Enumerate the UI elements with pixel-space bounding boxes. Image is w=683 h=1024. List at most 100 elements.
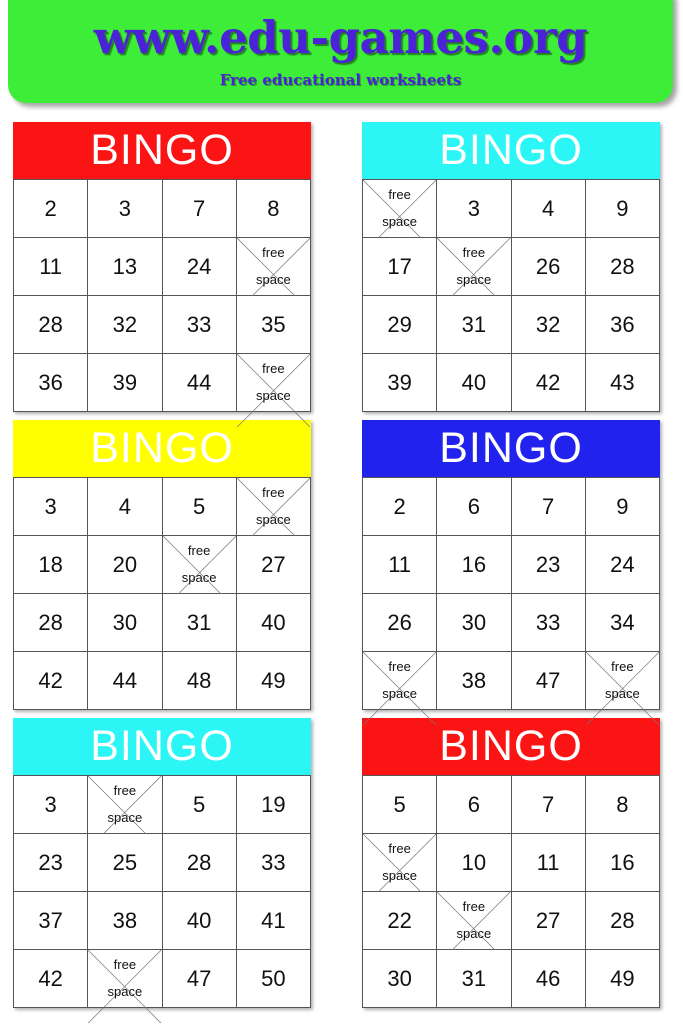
bingo-number-cell[interactable]: 35 [236,296,311,354]
bingo-number-cell[interactable]: 40 [162,892,237,950]
bingo-number-cell[interactable]: 5 [363,776,438,834]
bingo-number-cell[interactable]: 9 [585,180,660,238]
bingo-number-cell[interactable]: 44 [162,354,237,412]
bingo-number-cell[interactable]: 20 [88,536,163,594]
bingo-number-cell[interactable]: 4 [511,180,586,238]
bingo-number-cell[interactable]: 13 [88,238,163,296]
bingo-number-cell[interactable]: 33 [162,296,237,354]
bingo-number-cell[interactable]: 40 [437,354,512,412]
bingo-number-cell[interactable]: 7 [511,776,586,834]
bingo-number-cell[interactable]: 24 [162,238,237,296]
bingo-number-cell[interactable]: 3 [437,180,512,238]
bingo-number: 33 [535,609,561,635]
bingo-number-cell[interactable]: 6 [437,776,512,834]
bingo-number-cell[interactable]: 31 [162,594,237,652]
bingo-free-space-cell[interactable]: free space [236,354,311,428]
bingo-number-cell[interactable]: 23 [14,834,89,892]
bingo-number-cell[interactable]: 48 [162,652,237,710]
bingo-free-space-cell[interactable]: free space [236,238,311,312]
bingo-number-cell[interactable]: 26 [511,238,586,296]
bingo-number-cell[interactable]: 37 [14,892,89,950]
bingo-free-space-cell[interactable]: free space [162,536,237,610]
bingo-number-cell[interactable]: 41 [236,892,311,950]
bingo-number-cell[interactable]: 23 [511,536,586,594]
bingo-number-cell[interactable]: 22 [363,892,438,950]
bingo-number-cell[interactable]: 43 [585,354,660,412]
bingo-number-cell[interactable]: 31 [437,950,512,1008]
bingo-number-cell[interactable]: 5 [162,776,237,834]
bingo-free-space-cell[interactable]: free space [88,776,163,850]
bingo-number-cell[interactable]: 16 [585,834,660,892]
bingo-number-cell[interactable]: 6 [437,478,512,536]
bingo-number-cell[interactable]: 28 [585,238,660,296]
bingo-number-cell[interactable]: 40 [236,594,311,652]
bingo-free-space-cell[interactable]: free space [437,238,512,312]
bingo-number-cell[interactable]: 9 [585,478,660,536]
bingo-number-cell[interactable]: 3 [88,180,163,238]
bingo-number-cell[interactable]: 5 [162,478,237,536]
bingo-number-cell[interactable]: 38 [437,652,512,710]
bingo-number-cell[interactable]: 4 [88,478,163,536]
bingo-number-cell[interactable]: 47 [162,950,237,1008]
bingo-number-cell[interactable]: 28 [14,296,89,354]
bingo-number-cell[interactable]: 30 [363,950,438,1008]
bingo-free-space-cell[interactable]: free space [363,652,438,726]
bingo-number-cell[interactable]: 49 [236,652,311,710]
bingo-number-cell[interactable]: 47 [511,652,586,710]
bingo-number: 31 [461,311,487,337]
free-space-line2: space [382,868,417,883]
bingo-number-cell[interactable]: 34 [585,594,660,652]
bingo-number-cell[interactable]: 46 [511,950,586,1008]
bingo-free-space-cell[interactable]: free space [363,180,438,254]
bingo-free-space-cell[interactable]: free space [236,478,311,552]
bingo-number-cell[interactable]: 31 [437,296,512,354]
bingo-number-cell[interactable]: 32 [511,296,586,354]
bingo-free-space-cell[interactable]: free space [585,652,660,726]
bingo-number-cell[interactable]: 8 [236,180,311,238]
bingo-number-cell[interactable]: 11 [511,834,586,892]
bingo-number-cell[interactable]: 18 [14,536,89,594]
bingo-number-cell[interactable]: 3 [14,776,89,834]
bingo-number-cell[interactable]: 42 [14,950,89,1008]
bingo-number-cell[interactable]: 11 [363,536,438,594]
bingo-number-cell[interactable]: 10 [437,834,512,892]
bingo-number-cell[interactable]: 30 [88,594,163,652]
bingo-free-space-cell[interactable]: free space [363,834,438,908]
bingo-number-cell[interactable]: 28 [162,834,237,892]
bingo-number-cell[interactable]: 28 [14,594,89,652]
bingo-number-cell[interactable]: 33 [236,834,311,892]
bingo-free-space-cell[interactable]: free space [437,892,512,966]
bingo-number-cell[interactable]: 2 [14,180,89,238]
bingo-number-cell[interactable]: 24 [585,536,660,594]
bingo-number-cell[interactable]: 7 [162,180,237,238]
bingo-number-cell[interactable]: 33 [511,594,586,652]
bingo-number-cell[interactable]: 2 [363,478,438,536]
bingo-number-cell[interactable]: 3 [14,478,89,536]
bingo-number-cell[interactable]: 7 [511,478,586,536]
bingo-number-cell[interactable]: 42 [511,354,586,412]
bingo-number-cell[interactable]: 44 [88,652,163,710]
bingo-number-cell[interactable]: 29 [363,296,438,354]
bingo-number-cell[interactable]: 16 [437,536,512,594]
bingo-number-cell[interactable]: 27 [511,892,586,950]
bingo-number-cell[interactable]: 39 [88,354,163,412]
bingo-number-cell[interactable]: 39 [363,354,438,412]
bingo-number-cell[interactable]: 8 [585,776,660,834]
bingo-number-cell[interactable]: 38 [88,892,163,950]
bingo-free-space-cell[interactable]: free space [88,950,163,1024]
bingo-number-cell[interactable]: 25 [88,834,163,892]
bingo-number-cell[interactable]: 30 [437,594,512,652]
bingo-number-cell[interactable]: 36 [585,296,660,354]
bingo-number-cell[interactable]: 28 [585,892,660,950]
bingo-number-cell[interactable]: 36 [14,354,89,412]
bingo-number-cell[interactable]: 49 [585,950,660,1008]
bingo-number-cell[interactable]: 26 [363,594,438,652]
bingo-number-cell[interactable]: 27 [236,536,311,594]
bingo-number-cell[interactable]: 17 [363,238,438,296]
bingo-number-cell[interactable]: 50 [236,950,311,1008]
bingo-number-cell[interactable]: 11 [14,238,89,296]
bingo-number-cell[interactable]: 32 [88,296,163,354]
bingo-number-cell[interactable]: 19 [236,776,311,834]
bingo-card: BINGO 3 free space 5 19 23 25 28 33 37 38 40 41 42 free… [13,718,311,1024]
bingo-number-cell[interactable]: 42 [14,652,89,710]
